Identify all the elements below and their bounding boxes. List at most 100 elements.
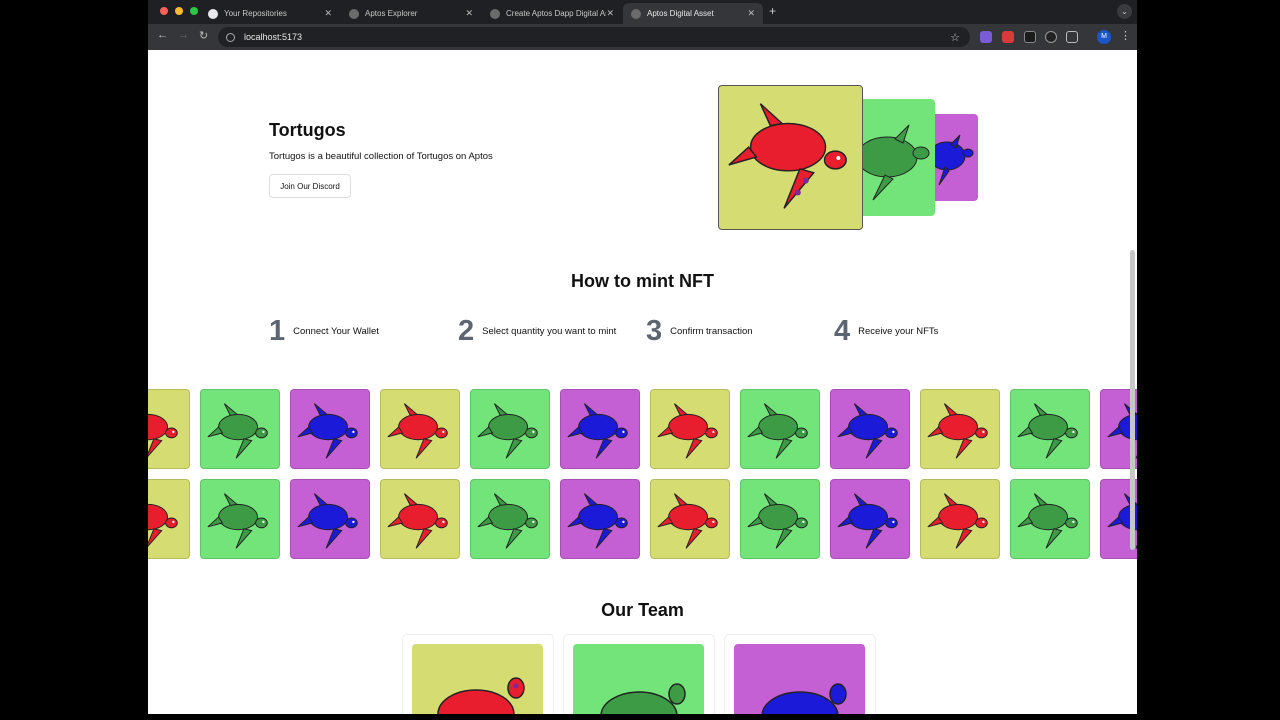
tab-aptos-digital-asset[interactable]: Aptos Digital Asset ✕ bbox=[623, 3, 763, 24]
page-scrollbar[interactable] bbox=[1130, 250, 1135, 550]
github-icon bbox=[208, 8, 218, 19]
nft-tile bbox=[290, 389, 370, 469]
nft-tile bbox=[290, 479, 370, 559]
turtle-icon bbox=[861, 124, 930, 201]
nft-tile bbox=[470, 479, 550, 559]
collection-description: Tortugos is a beautiful collection of To… bbox=[269, 151, 493, 162]
nft-tile bbox=[560, 479, 640, 559]
globe-icon bbox=[631, 8, 641, 19]
nft-tile bbox=[1010, 389, 1090, 469]
close-tab-icon[interactable]: ✕ bbox=[465, 8, 473, 19]
turtle-icon bbox=[933, 134, 974, 186]
turtle-icon bbox=[297, 403, 358, 459]
star-icon[interactable]: ☆ bbox=[950, 31, 960, 44]
turtle-icon bbox=[761, 683, 847, 714]
minimize-window-icon[interactable] bbox=[175, 7, 183, 15]
tab-bar: Your Repositories ✕ Aptos Explorer ✕ Cre… bbox=[148, 0, 1137, 24]
tab-label: Aptos Digital Asset bbox=[647, 9, 714, 18]
step-number: 2 bbox=[458, 315, 475, 347]
close-tab-icon[interactable]: ✕ bbox=[324, 8, 332, 19]
step-label: Receive your NFTs bbox=[858, 326, 939, 337]
turtle-icon bbox=[728, 103, 847, 209]
mint-step-4: 4 Receive your NFTs bbox=[834, 315, 938, 348]
collection-title: Tortugos bbox=[269, 120, 346, 140]
step-number: 4 bbox=[834, 315, 851, 347]
turtle-icon bbox=[657, 493, 718, 549]
nft-tile bbox=[470, 389, 550, 469]
turtle-icon bbox=[600, 683, 686, 714]
profile-avatar[interactable]: M bbox=[1097, 30, 1111, 44]
arrow-right-icon[interactable]: → bbox=[178, 29, 189, 41]
mint-step-3: 3 Confirm transaction bbox=[646, 315, 753, 348]
extension-icon[interactable] bbox=[1024, 31, 1036, 43]
arrow-left-icon[interactable]: ← bbox=[157, 29, 168, 41]
maximize-window-icon[interactable] bbox=[190, 7, 198, 15]
team-member-avatar bbox=[412, 644, 543, 714]
team-member-avatar bbox=[734, 644, 865, 714]
nft-tile bbox=[920, 479, 1000, 559]
hero-nft-image-green bbox=[861, 99, 935, 216]
turtle-icon bbox=[1017, 403, 1078, 459]
nft-tile bbox=[650, 389, 730, 469]
step-number: 3 bbox=[646, 315, 663, 347]
page-viewport: Tortugos Tortugos is a beautiful collect… bbox=[148, 50, 1137, 714]
turtle-icon bbox=[567, 493, 628, 549]
extension-icon[interactable] bbox=[980, 31, 992, 43]
address-bar[interactable]: localhost:5173 ☆ bbox=[218, 27, 970, 47]
close-tab-icon[interactable]: ✕ bbox=[747, 8, 755, 19]
turtle-icon bbox=[148, 413, 178, 457]
url-text: localhost:5173 bbox=[244, 32, 303, 42]
step-label: Confirm transaction bbox=[670, 326, 753, 337]
hero-nft-image-purple bbox=[933, 114, 978, 201]
globe-icon bbox=[490, 8, 500, 19]
globe-icon bbox=[349, 8, 359, 19]
site-info-icon[interactable] bbox=[226, 32, 235, 42]
join-discord-button[interactable]: Join Our Discord bbox=[269, 174, 351, 198]
tab-search-icon[interactable]: ⌄ bbox=[1117, 4, 1132, 19]
nft-tile bbox=[380, 479, 460, 559]
step-number: 1 bbox=[269, 315, 286, 347]
puzzle-icon[interactable] bbox=[1066, 31, 1078, 43]
tab-aptos-explorer[interactable]: Aptos Explorer ✕ bbox=[341, 3, 481, 24]
nft-tile bbox=[200, 389, 280, 469]
nft-tile bbox=[148, 479, 190, 559]
reload-icon[interactable]: ↻ bbox=[199, 29, 208, 42]
kebab-icon[interactable]: ⋮ bbox=[1120, 29, 1131, 42]
team-member-card bbox=[724, 634, 876, 714]
close-tab-icon[interactable]: ✕ bbox=[606, 8, 614, 19]
turtle-icon bbox=[927, 493, 988, 549]
step-label: Connect Your Wallet bbox=[293, 326, 379, 337]
tab-create-aptos-dapp[interactable]: Create Aptos Dapp Digital As ✕ bbox=[482, 3, 622, 24]
nft-tile bbox=[650, 479, 730, 559]
extension-icon[interactable] bbox=[1002, 31, 1014, 43]
new-tab-icon[interactable]: + bbox=[769, 4, 776, 18]
turtle-icon bbox=[207, 403, 268, 459]
team-member-avatar bbox=[573, 644, 704, 714]
browser-toolbar: ← → ↻ localhost:5173 ☆ M ⋮ bbox=[148, 24, 1137, 50]
turtle-icon bbox=[747, 403, 808, 459]
tab-your-repositories[interactable]: Your Repositories ✕ bbox=[200, 3, 340, 24]
turtle-icon bbox=[437, 677, 525, 714]
nft-tile bbox=[830, 389, 910, 469]
turtle-icon bbox=[297, 493, 358, 549]
turtle-icon bbox=[1017, 493, 1078, 549]
our-team-title: Our Team bbox=[601, 600, 684, 620]
turtle-icon bbox=[387, 493, 448, 549]
extension-icon[interactable] bbox=[1045, 31, 1057, 43]
nft-tile bbox=[148, 389, 190, 469]
turtle-icon bbox=[567, 403, 628, 459]
hero-nft-image-yellow bbox=[718, 85, 863, 230]
step-label: Select quantity you want to mint bbox=[482, 326, 617, 337]
turtle-icon bbox=[477, 403, 538, 459]
turtle-icon bbox=[837, 493, 898, 549]
nft-tile bbox=[1010, 479, 1090, 559]
tab-label: Create Aptos Dapp Digital As bbox=[506, 9, 607, 18]
window-controls bbox=[160, 7, 198, 15]
close-window-icon[interactable] bbox=[160, 7, 168, 15]
mint-step-1: 1 Connect Your Wallet bbox=[269, 315, 379, 348]
turtle-icon bbox=[747, 493, 808, 549]
nft-tile bbox=[920, 389, 1000, 469]
nft-tile bbox=[830, 479, 910, 559]
browser-window: Your Repositories ✕ Aptos Explorer ✕ Cre… bbox=[148, 0, 1137, 714]
nft-tile bbox=[740, 479, 820, 559]
